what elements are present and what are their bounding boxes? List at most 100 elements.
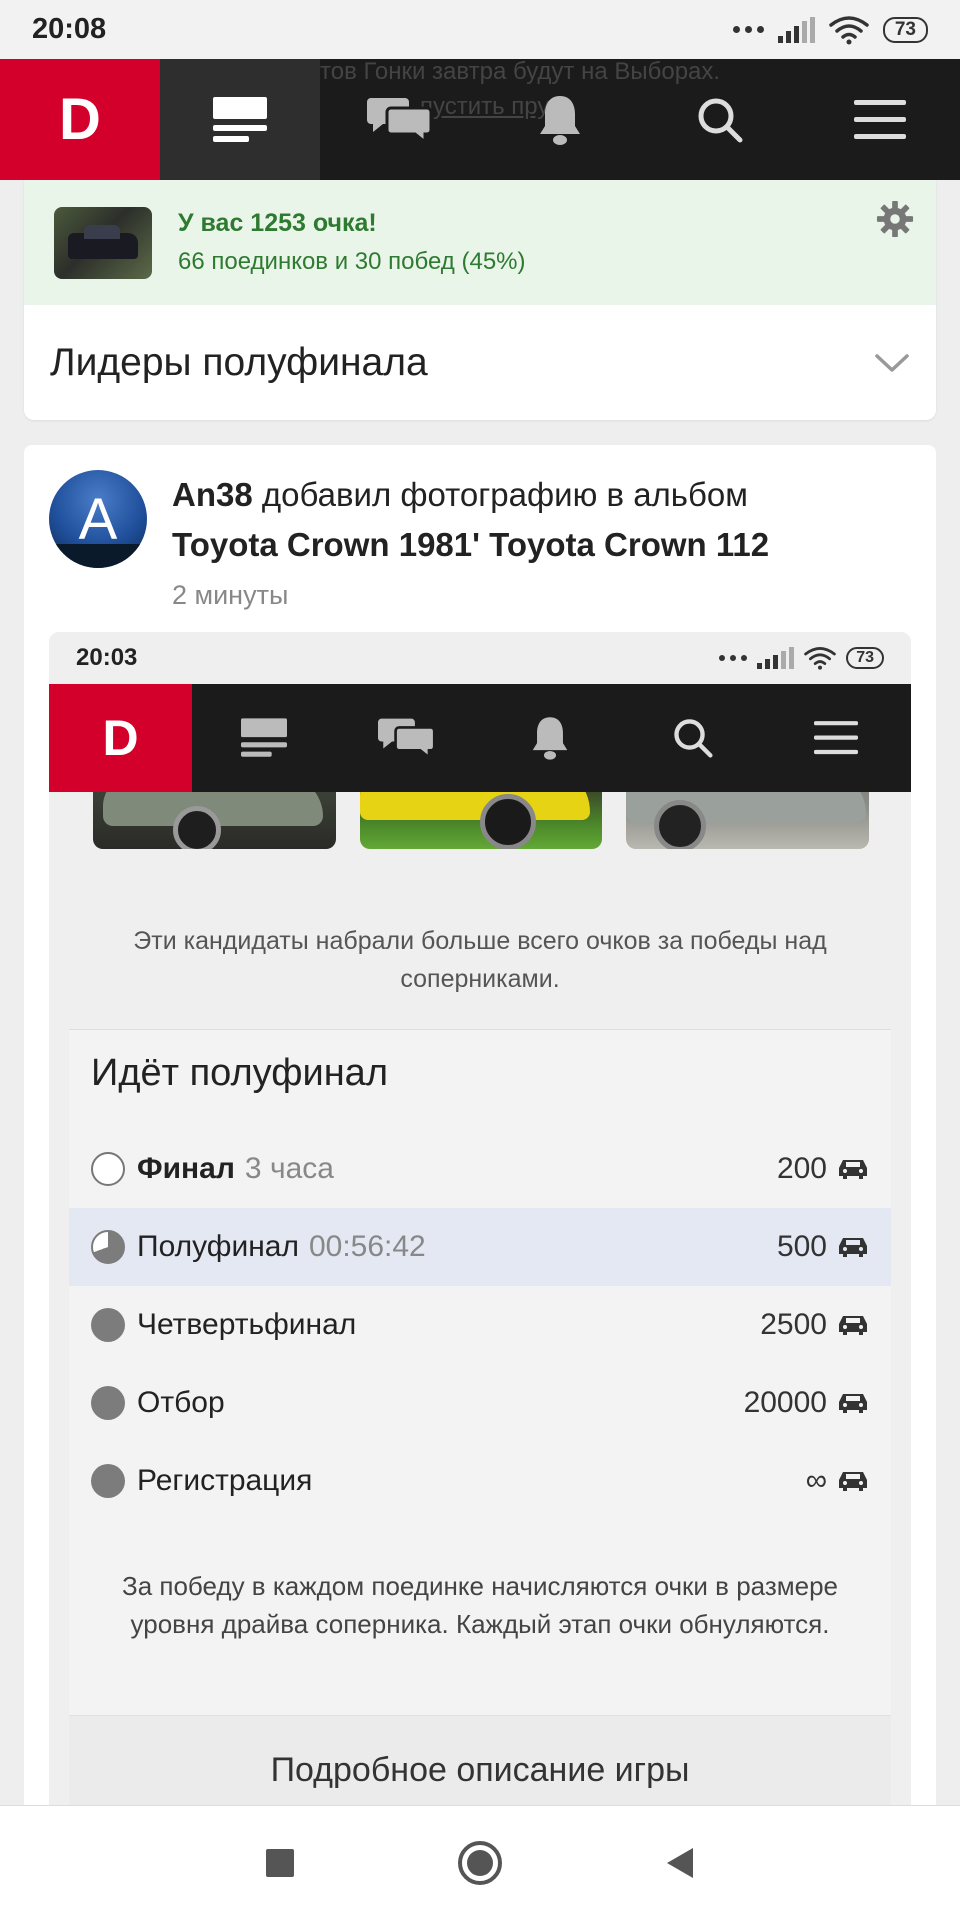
stage-name: Отбор <box>137 1386 225 1419</box>
gear-icon[interactable] <box>876 200 914 238</box>
photo-feed <box>192 684 335 792</box>
stage-points: 2500 <box>760 1308 827 1341</box>
leaders-title: Лидеры полуфинала <box>50 340 428 384</box>
messages-button[interactable] <box>320 59 480 180</box>
stage-filled-circle-icon <box>91 1464 125 1498</box>
search-icon <box>673 719 713 758</box>
photo-search <box>621 684 764 792</box>
car-icon <box>839 1394 867 1413</box>
post-timestamp: 2 минуты <box>172 580 289 610</box>
photo-top-nav: D <box>49 684 911 792</box>
photo-messages <box>335 684 478 792</box>
signal-icon <box>777 16 815 43</box>
chevron-down-icon <box>875 353 909 372</box>
post-album-line: Toyota Crown 1981' Toyota Crown 112 <box>172 520 892 570</box>
stage-filled-circle-icon <box>91 1386 125 1420</box>
stage-registration: Регистрация ∞ <box>69 1442 891 1520</box>
photo-logo-text: D <box>102 710 139 766</box>
back-triangle-icon <box>667 1848 693 1878</box>
stage-name: Финал <box>137 1152 235 1185</box>
status-bar: 20:08 73 <box>0 0 960 59</box>
menu-icon <box>854 99 906 139</box>
battery-indicator: 73 <box>882 16 928 43</box>
score-card: У вас 1253 очка! 66 поединков и 30 побед… <box>24 180 936 420</box>
stage-points: 20000 <box>743 1386 827 1419</box>
stage-empty-circle-icon <box>91 1152 125 1186</box>
bell-icon <box>540 95 580 145</box>
photo-logo: D <box>49 684 192 792</box>
photo-status-bar: 20:03 73 <box>49 632 911 684</box>
stage-selection: Отбор 20000 <box>69 1364 891 1442</box>
stage-points: 500 <box>776 1230 827 1263</box>
bell-icon <box>532 717 567 760</box>
wifi-icon <box>804 647 837 670</box>
score-text: У вас 1253 очка! 66 поединков и 30 побед… <box>178 209 526 276</box>
logo-button[interactable]: D <box>0 59 160 180</box>
search-button[interactable] <box>640 59 800 180</box>
photo-menu <box>764 684 907 792</box>
photo-notifications <box>478 684 621 792</box>
dots-icon <box>732 26 764 33</box>
notifications-button[interactable] <box>480 59 640 180</box>
car-thumbnail[interactable] <box>54 206 152 279</box>
menu-icon <box>813 721 858 755</box>
panel-title: Идёт полуфинал <box>91 1052 388 1094</box>
content-area[interactable]: У вас 1253 очка! 66 поединков и 30 побед… <box>0 180 960 1805</box>
top-nav: тов Гонки завтра будут на Выборах. пусти… <box>0 59 960 180</box>
dots-icon <box>719 655 748 661</box>
candidates-description: Эти кандидаты набрали больше всего очков… <box>133 927 827 993</box>
avatar-letter: A <box>78 486 118 552</box>
home-circle-icon <box>458 1841 502 1885</box>
score-title: У вас 1253 очка! <box>178 209 377 237</box>
score-subtitle: 66 поединков и 30 побед (45%) <box>178 248 526 275</box>
feed-icon <box>213 96 267 142</box>
back-button[interactable] <box>650 1833 710 1893</box>
stage-name: Полуфинал <box>137 1230 299 1263</box>
search-icon <box>698 98 743 142</box>
post-photo[interactable]: 20:03 73 D Эти кандидаты набрали больше … <box>49 632 911 1805</box>
post-author-link[interactable]: An38 <box>172 476 253 513</box>
signal-icon <box>757 647 795 669</box>
car-icon <box>839 1472 867 1491</box>
post-text: An38 добавил фотографию в альбом Toyota … <box>172 470 892 611</box>
leaders-toggle[interactable]: Лидеры полуфинала <box>24 305 936 420</box>
home-button[interactable] <box>450 1833 510 1893</box>
square-icon <box>266 1849 294 1877</box>
feed-icon <box>240 718 287 757</box>
feed-button[interactable] <box>160 59 320 180</box>
car-icon <box>839 1238 867 1257</box>
post-action: добавил фотографию в альбом <box>261 476 748 513</box>
stage-semifinal: Полуфинал 00:56:42 500 <box>69 1208 891 1286</box>
post-summary: An38 добавил фотографию в альбом <box>172 470 892 520</box>
messages-icon <box>367 97 433 145</box>
car-icon <box>839 1316 867 1335</box>
system-nav-bar <box>0 1805 960 1920</box>
feed-post-card: A An38 добавил фотографию в альбом Toyot… <box>24 445 936 1805</box>
stage-name: Четвертьфинал <box>137 1308 357 1341</box>
scoring-note: За победу в каждом поединке начисляются … <box>121 1571 838 1639</box>
stage-filled-circle-icon <box>91 1308 125 1342</box>
stage-points: 200 <box>776 1152 827 1185</box>
photo-status-time: 20:03 <box>76 644 138 671</box>
avatar[interactable]: A <box>49 470 147 568</box>
stage-final: Финал 3 часа 200 <box>69 1130 891 1208</box>
post-album-link[interactable]: Toyota Crown 1981' Toyota Crown 112 <box>172 526 769 563</box>
score-summary[interactable]: У вас 1253 очка! 66 поединков и 30 побед… <box>24 180 936 305</box>
car-icon <box>839 1160 867 1179</box>
stage-quarterfinal: Четвертьфинал 2500 <box>69 1286 891 1364</box>
recents-button[interactable] <box>250 1833 310 1893</box>
menu-button[interactable] <box>800 59 960 180</box>
photo-status-icons: 73 <box>719 646 884 670</box>
photo-battery: 73 <box>846 647 884 669</box>
post-header: A An38 добавил фотографию в альбом Toyot… <box>49 470 892 611</box>
logo-text: D <box>59 87 101 152</box>
stage-name: Регистрация <box>137 1464 313 1497</box>
wifi-icon <box>829 15 869 44</box>
status-time: 20:08 <box>32 13 107 45</box>
stage-points: ∞ <box>805 1464 827 1497</box>
stage-progress-circle-icon <box>91 1230 125 1264</box>
stage-meta: 3 часа <box>244 1152 334 1185</box>
game-details-button: Подробное описание игры <box>69 1715 891 1805</box>
messages-icon <box>377 718 436 761</box>
stage-meta: 00:56:42 <box>308 1230 426 1263</box>
